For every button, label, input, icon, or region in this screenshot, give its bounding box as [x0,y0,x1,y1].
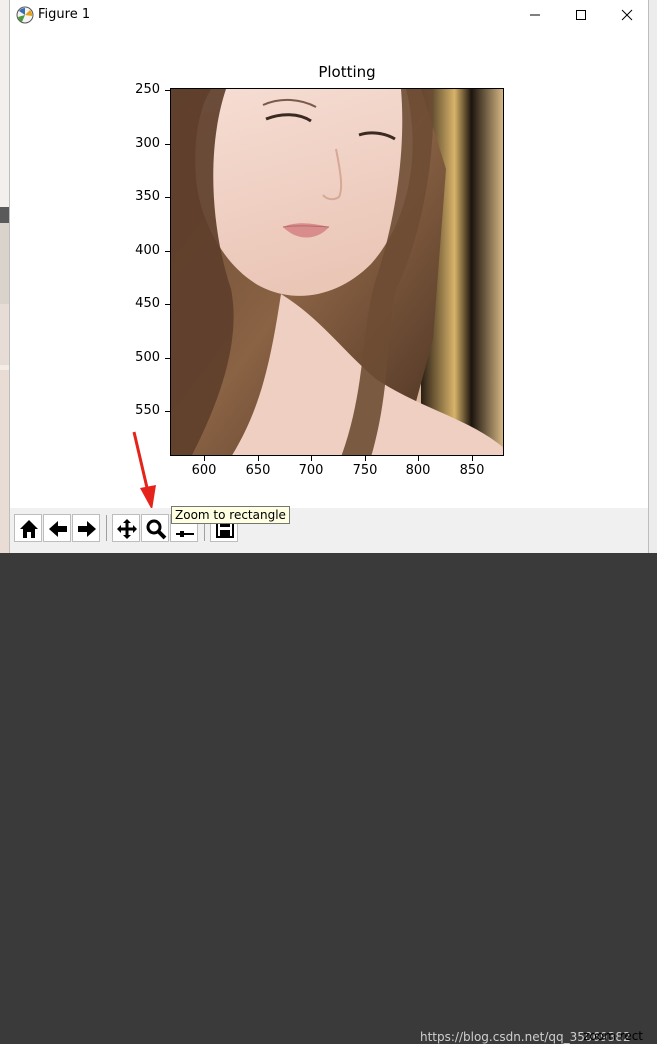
forward-button[interactable] [72,514,100,542]
annotation-arrow-icon [132,431,156,510]
x-tick-mark [311,456,312,461]
back-button[interactable] [43,514,71,542]
y-tick-label: 400 [135,243,160,258]
navigation-toolbar: https://blog.csdn.net/qq_35069382 zoom r… [10,508,648,1044]
plotted-photo [171,89,503,455]
minimize-button[interactable] [512,0,558,30]
app-icon [16,6,34,24]
maximize-button[interactable] [558,0,604,30]
close-button[interactable] [604,0,650,30]
x-tick-mark [418,456,419,461]
figure-window: Figure 1 Plotting 250 300 350 400 450 50… [9,0,649,1044]
toolbar-mode-message: zoom rect [583,1029,643,1043]
back-arrow-icon [49,521,67,537]
toolbar-separator [106,515,107,541]
x-tick-label: 800 [405,463,431,478]
close-icon [621,9,633,21]
x-tick-label: 750 [352,463,378,478]
zoom-icon [146,519,167,540]
x-tick-mark [204,456,205,461]
home-icon [20,520,38,538]
x-tick-mark [365,456,366,461]
window-title: Figure 1 [38,7,91,22]
y-tick-label: 250 [135,82,160,97]
pan-icon [117,519,137,539]
x-tick-label: 600 [191,463,217,478]
image-axes[interactable] [170,88,504,456]
y-tick-label: 350 [135,189,160,204]
x-tick-label: 650 [245,463,271,478]
figure-title: Plotting [318,63,376,81]
x-tick-mark [258,456,259,461]
x-tick-label: 700 [298,463,324,478]
y-tick-label: 300 [135,136,160,151]
y-tick-label: 550 [135,403,160,418]
minimize-icon [530,14,540,16]
title-bar: Figure 1 [10,0,648,30]
y-tick-label: 500 [135,350,160,365]
home-button[interactable] [14,514,42,542]
zoom-tooltip: Zoom to rectangle [171,506,290,524]
forward-arrow-icon [78,521,96,537]
x-tick-label: 850 [459,463,485,478]
maximize-icon [576,10,586,20]
y-tick-label: 450 [135,296,160,311]
x-tick-mark [472,456,473,461]
background-window-right [649,0,657,553]
pan-button[interactable] [112,514,140,542]
zoom-button[interactable] [141,514,169,542]
